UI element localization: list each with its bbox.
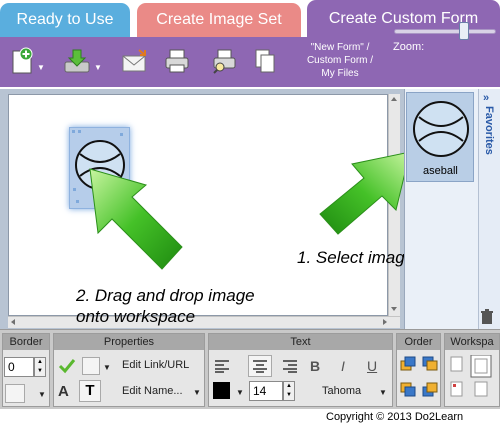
email-icon (122, 49, 146, 72)
select-arrow-icon (319, 151, 411, 235)
breadcrumb: "New Form" / Custom Form / My Files (298, 41, 382, 80)
chevron-down-icon[interactable]: ▼ (38, 390, 46, 399)
tab-create-image-set[interactable]: Create Image Set (137, 3, 301, 37)
print-preview-icon (213, 49, 236, 74)
breadcrumb-item: My Files (321, 68, 359, 79)
text-shadow-icon[interactable]: A (58, 383, 69, 400)
border-width-stepper[interactable]: ▲ ▼ (34, 357, 46, 377)
image-thumbnail-label: aseball (423, 165, 458, 177)
workspace-group-title: Workspa (445, 334, 499, 350)
trash-icon[interactable] (480, 309, 494, 325)
print-button[interactable] (164, 46, 190, 76)
toolbar: ▼ ▼ "New Form" / Custom Form / My Files … (0, 37, 500, 87)
text-frame-icon[interactable]: T (79, 380, 101, 402)
copy-button[interactable] (253, 46, 277, 76)
print-preview-button[interactable] (211, 46, 237, 76)
instruction-drag-drop-line2: onto workspace (76, 307, 196, 326)
zoom-slider-track[interactable] (394, 29, 496, 34)
text-color-swatch[interactable] (213, 382, 230, 399)
workspace-layout-icons[interactable] (449, 355, 495, 403)
baseball-icon (413, 101, 469, 157)
copyright-text: Copyright © 2013 Do2Learn (326, 411, 464, 423)
italic-button[interactable]: I (341, 358, 345, 374)
tab-ready-to-use[interactable]: Ready to Use (0, 3, 130, 37)
zoom-slider-thumb[interactable] (459, 22, 469, 40)
edit-name-button[interactable]: Edit Name... (122, 385, 183, 397)
underline-button[interactable]: U (367, 358, 377, 374)
new-document-icon (12, 47, 33, 74)
checkmark-icon[interactable] (58, 358, 76, 374)
instruction-drag-drop-line1: 2. Drag and drop image (76, 286, 255, 305)
download-button[interactable]: ▼ (63, 46, 102, 76)
text-group-title: Text (209, 334, 392, 350)
align-right-icon[interactable] (282, 359, 298, 373)
scroll-right-icon[interactable] (383, 319, 387, 325)
chevron-down-icon[interactable]: ▼ (37, 63, 45, 72)
scroll-left-icon[interactable] (11, 319, 15, 325)
align-left-icon[interactable] (214, 359, 230, 373)
download-icon (64, 49, 90, 73)
align-center-button[interactable] (248, 355, 272, 377)
chevron-down-icon[interactable]: ▼ (94, 63, 102, 72)
favorites-label[interactable]: Favorites (480, 106, 498, 166)
edit-link-button[interactable]: Edit Link/URL (122, 359, 189, 371)
order-group-title: Order (397, 334, 440, 350)
expand-icon[interactable]: » (483, 92, 489, 104)
border-color-swatch[interactable] (5, 384, 25, 403)
chevron-down-icon[interactable]: ▼ (193, 388, 201, 397)
properties-group-title: Properties (54, 334, 204, 350)
chevron-down-icon[interactable]: ▼ (379, 388, 387, 397)
border-group-title: Border (3, 334, 49, 350)
new-document-button[interactable]: ▼ (10, 46, 45, 76)
email-button[interactable] (121, 46, 149, 76)
chevron-down-icon[interactable]: ▼ (236, 388, 244, 397)
drag-arrow-icon (89, 168, 183, 270)
breadcrumb-item: "New Form" / (310, 42, 370, 53)
font-size-stepper[interactable]: ▲ ▼ (283, 381, 295, 401)
chevron-down-icon[interactable]: ▼ (103, 363, 111, 372)
zoom-label: Zoom: (393, 41, 425, 53)
layer-order-icons[interactable] (399, 355, 439, 401)
font-size-input[interactable]: 14 (249, 381, 283, 401)
scroll-up-icon[interactable] (391, 97, 397, 101)
breadcrumb-item: Custom Form / (306, 55, 374, 66)
align-center-icon (253, 360, 267, 373)
link-color-swatch[interactable] (82, 357, 100, 375)
copy-icon (255, 49, 275, 73)
scroll-down-icon[interactable] (391, 307, 397, 311)
border-width-input[interactable]: 0 (4, 357, 34, 377)
instruction-select-image: 1. Select image (297, 248, 415, 267)
font-family-select[interactable]: Tahoma (322, 385, 361, 397)
horizontal-scrollbar[interactable] (8, 316, 400, 328)
print-icon (165, 49, 189, 73)
bold-button[interactable]: B (310, 358, 320, 374)
